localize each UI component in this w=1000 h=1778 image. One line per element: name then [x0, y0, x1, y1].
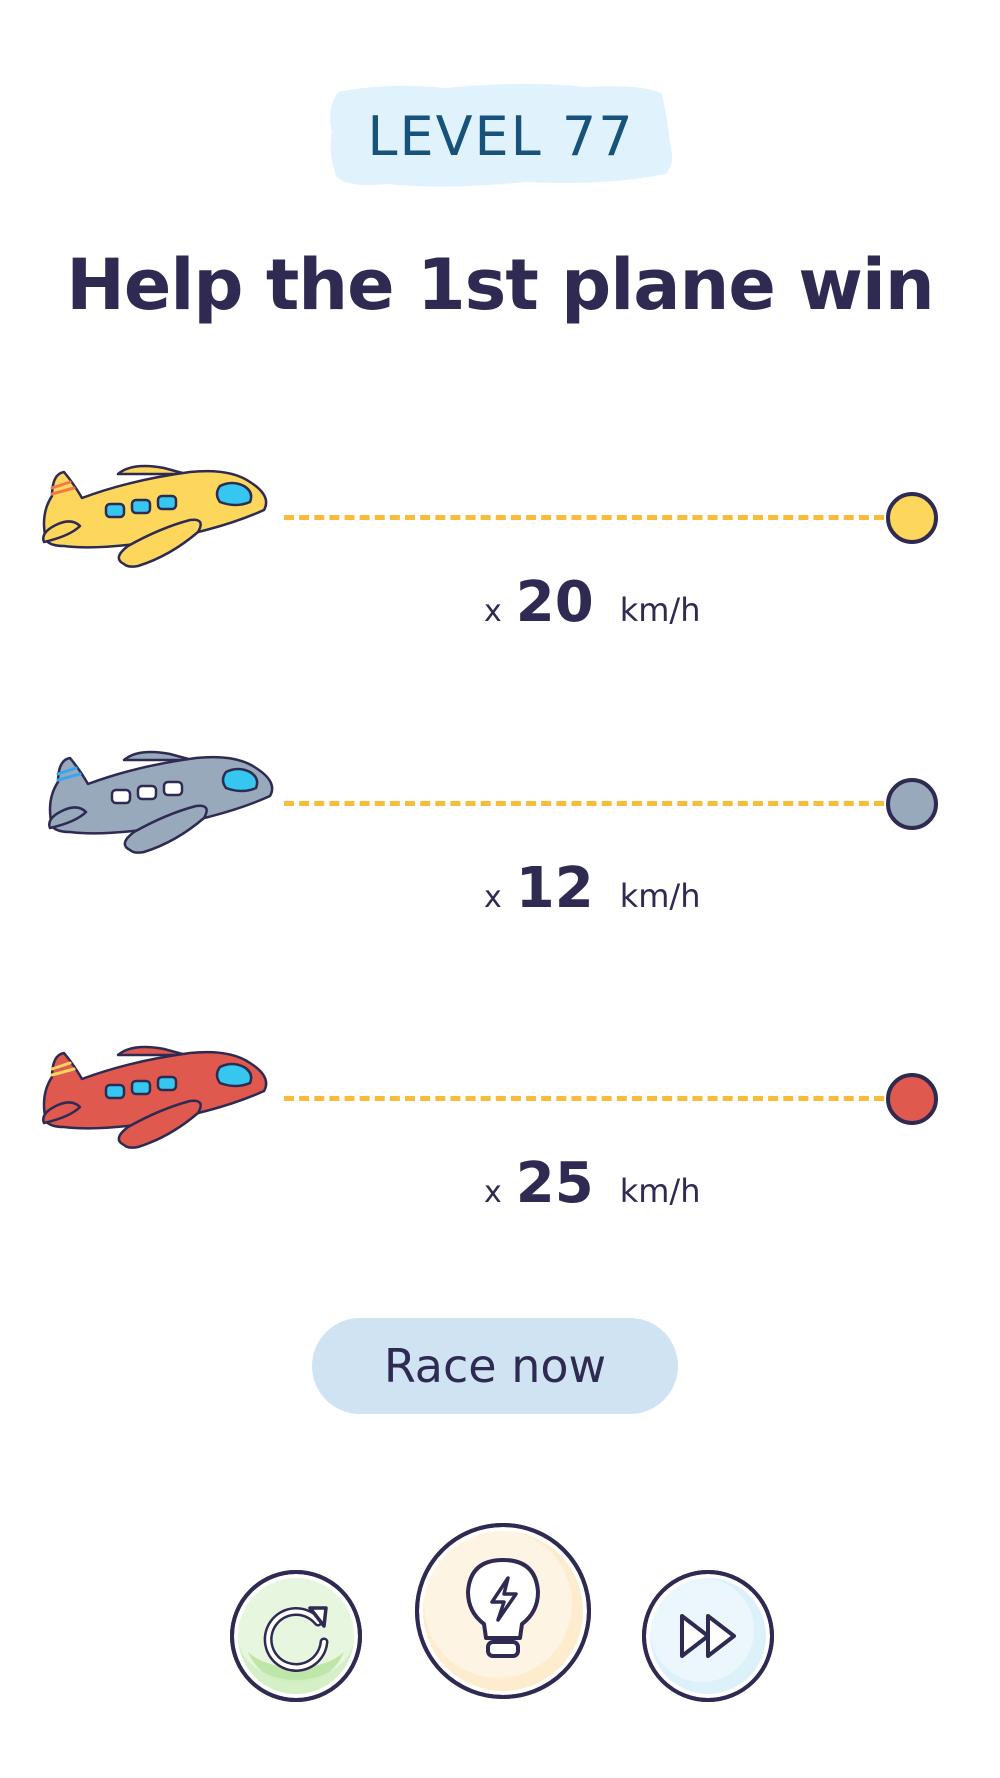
- page-title: Help the 1st plane win: [66, 244, 934, 326]
- speed-unit: km/h: [619, 591, 701, 629]
- multiplier-sign: x: [484, 880, 502, 915]
- restart-icon: [230, 1570, 362, 1702]
- red-plane-icon: [42, 1045, 268, 1149]
- speed-label: x 25 km/h: [484, 1151, 700, 1216]
- race-track-line: [284, 515, 884, 520]
- multiplier-sign: x: [484, 594, 502, 629]
- speed-value: 20: [515, 570, 594, 635]
- level-badge: LEVEL 77: [326, 82, 676, 190]
- finish-marker: [886, 778, 938, 830]
- hint-button[interactable]: [412, 1520, 594, 1706]
- level-label: LEVEL 77: [367, 104, 635, 168]
- speed-label: x 12 km/h: [484, 856, 700, 921]
- lightbulb-icon: [415, 1523, 591, 1699]
- restart-button[interactable]: [228, 1568, 364, 1708]
- speed-value: 25: [515, 1151, 594, 1216]
- race-now-button[interactable]: Race now: [312, 1318, 678, 1414]
- race-lane-1: x 20 km/h: [0, 452, 1000, 642]
- race-track-line: [284, 801, 884, 806]
- skip-level-button[interactable]: [640, 1568, 776, 1708]
- speed-label: x 20 km/h: [484, 570, 700, 635]
- multiplier-sign: x: [484, 1175, 502, 1210]
- grey-plane-icon: [48, 750, 274, 854]
- race-track-line: [284, 1096, 884, 1101]
- finish-marker: [886, 1073, 938, 1125]
- speed-unit: km/h: [619, 877, 701, 915]
- fast-forward-icon: [642, 1570, 774, 1702]
- race-lane-3: x 25 km/h: [0, 1033, 1000, 1223]
- finish-marker: [886, 492, 938, 544]
- speed-unit: km/h: [619, 1172, 701, 1210]
- yellow-plane-icon: [42, 464, 268, 568]
- speed-value: 12: [515, 856, 594, 921]
- race-lane-2: x 12 km/h: [0, 738, 1000, 928]
